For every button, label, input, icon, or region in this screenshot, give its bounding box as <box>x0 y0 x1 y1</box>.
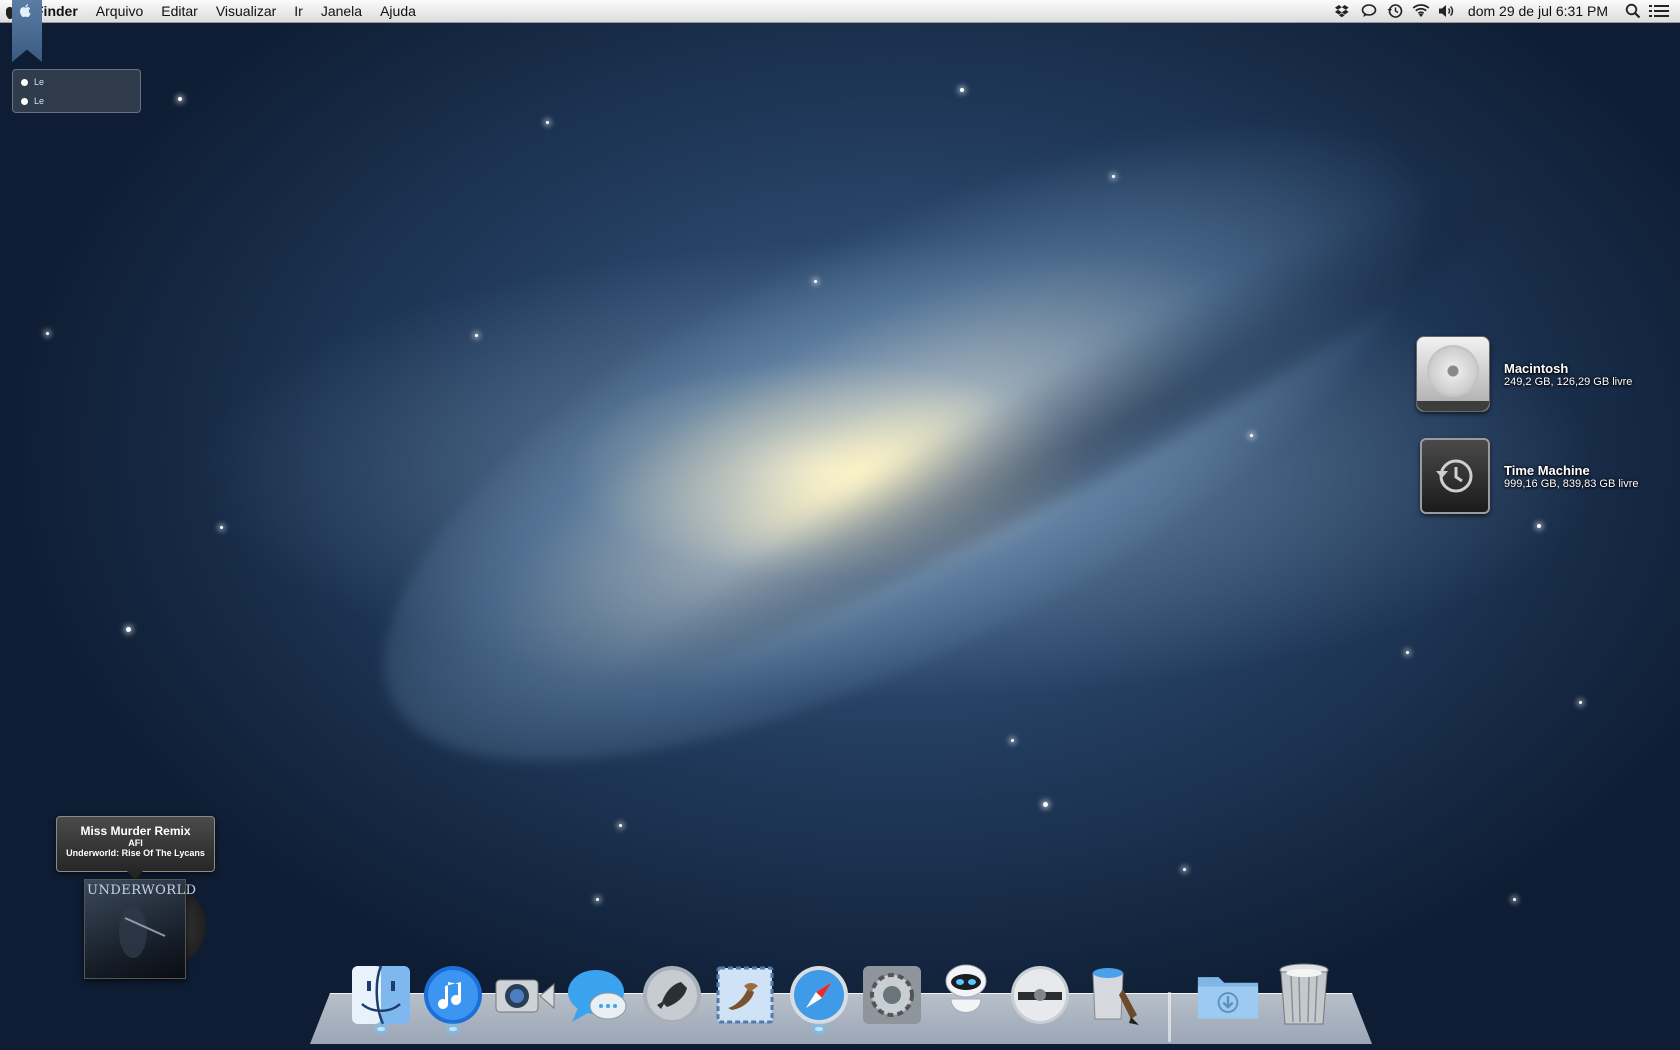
wallpaper-galaxy <box>297 0 1513 889</box>
dock-item-itunes[interactable] <box>421 963 485 1031</box>
finder-icon <box>352 965 410 1025</box>
desktop-item-label: Time Machine 999,16 GB, 839,83 GB livre <box>1504 463 1639 490</box>
radio-dot-icon <box>21 97 28 105</box>
track-artist: AFI <box>128 838 143 848</box>
dropbox-icon[interactable] <box>1330 0 1356 22</box>
facetime-icon <box>495 979 555 1013</box>
radio-dot-icon <box>21 78 28 86</box>
dock-item-finder[interactable] <box>349 963 413 1031</box>
album-cover[interactable]: UNDERWORLD <box>84 879 196 979</box>
eve-robot-icon <box>945 964 987 1013</box>
running-indicator <box>449 1027 457 1031</box>
trash-icon <box>1279 963 1329 1025</box>
volume-icon[interactable] <box>1434 0 1460 22</box>
menu-clock[interactable]: dom 29 de jul 6:31 PM <box>1460 3 1620 19</box>
running-indicator <box>377 1027 385 1031</box>
drive-info: 999,16 GB, 839,83 GB livre <box>1504 477 1639 490</box>
dock-item-messages[interactable] <box>566 963 630 1027</box>
hard-drive-icon <box>1416 336 1490 412</box>
mail-icon <box>716 966 774 1024</box>
dock-item-facetime[interactable] <box>493 963 557 1027</box>
messages-icon <box>568 970 627 1022</box>
dock-item-safari[interactable] <box>787 963 851 1031</box>
ribbon-apple-icon <box>20 4 32 20</box>
now-playing-tooltip: Miss Murder Remix AFI Underworld: Rise O… <box>56 816 215 880</box>
desktop-item-macintosh[interactable]: Macintosh 249,2 GB, 126,29 GB livre <box>1416 336 1632 412</box>
track-title: Miss Murder Remix <box>80 824 191 838</box>
dock-item-launchpad[interactable] <box>640 963 704 1027</box>
launchpad-icon <box>643 966 701 1024</box>
downloads-folder-icon <box>1197 977 1259 1019</box>
note-item[interactable]: Le <box>21 92 44 110</box>
dock-separator <box>1168 992 1171 1042</box>
dock-item-mail[interactable] <box>713 963 777 1027</box>
menu-ajuda[interactable]: Ajuda <box>371 0 425 22</box>
track-album: Underworld: Rise Of The Lycans <box>66 848 205 858</box>
menu-visualizar[interactable]: Visualizar <box>207 0 285 22</box>
desktop-item-label: Macintosh 249,2 GB, 126,29 GB livre <box>1504 361 1632 388</box>
menu-janela[interactable]: Janela <box>312 0 371 22</box>
dock-item-eve-robot[interactable] <box>934 963 998 1027</box>
menu-bar: Finder Arquivo Editar Visualizar Ir Jane… <box>0 0 1680 23</box>
dvd-disc-icon <box>1011 966 1069 1024</box>
dock-item-downloads[interactable] <box>1196 963 1260 1027</box>
dock-item-dvd-player[interactable] <box>1008 963 1072 1027</box>
drive-info: 249,2 GB, 126,29 GB livre <box>1504 375 1633 388</box>
dock-item-trash[interactable] <box>1272 963 1336 1027</box>
drive-name: Macintosh <box>1504 360 1569 376</box>
notification-center-icon[interactable] <box>1646 0 1672 22</box>
menu-arquivo[interactable]: Arquivo <box>87 0 152 22</box>
note-item-label: Le <box>34 96 45 106</box>
desktop-item-time-machine[interactable]: Time Machine 999,16 GB, 839,83 GB livre <box>1420 438 1639 514</box>
note-item[interactable]: Le <box>21 73 44 91</box>
dock-item-paint-bucket[interactable] <box>1082 963 1146 1027</box>
paint-bucket-icon <box>1092 968 1139 1025</box>
itunes-icon <box>424 966 482 1024</box>
menu-editar[interactable]: Editar <box>152 0 207 22</box>
notes-widget: Le Le <box>12 69 141 113</box>
chat-bubble-icon[interactable] <box>1356 0 1382 22</box>
note-item-label: Le <box>34 77 45 87</box>
wifi-icon[interactable] <box>1408 0 1434 22</box>
drive-name: Time Machine <box>1504 462 1590 478</box>
status-area: dom 29 de jul 6:31 PM <box>1330 0 1680 22</box>
time-machine-clock-icon[interactable] <box>1382 0 1408 22</box>
gear-icon <box>863 966 921 1024</box>
spotlight-search-icon[interactable] <box>1620 0 1646 22</box>
safari-icon <box>790 966 848 1024</box>
menu-ir[interactable]: Ir <box>285 0 312 22</box>
running-indicator <box>815 1027 823 1031</box>
time-machine-drive-icon <box>1420 438 1490 514</box>
dock-item-system-preferences[interactable] <box>860 963 924 1027</box>
